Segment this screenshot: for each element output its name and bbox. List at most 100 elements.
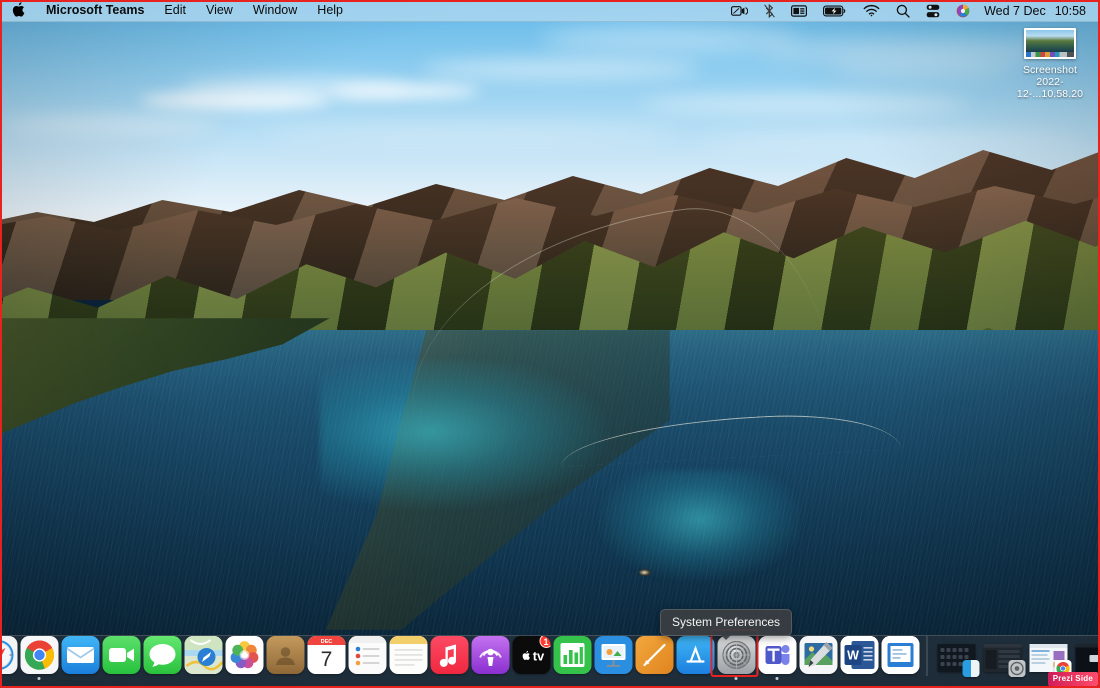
- photos-icon: [225, 636, 263, 674]
- dock-item-microsoft-teams[interactable]: [757, 634, 798, 680]
- menu-bar-time: 10:58: [1055, 4, 1086, 18]
- dock-item-reminders[interactable]: [347, 634, 388, 680]
- calendar-month-label: DEC: [320, 639, 331, 645]
- color-wheel-icon[interactable]: [948, 0, 978, 21]
- running-indicator: [78, 677, 82, 681]
- dock-item-photos[interactable]: [224, 634, 265, 680]
- menu-bar-left: Microsoft Teams Edit View Window Help: [0, 0, 353, 21]
- facetime-icon: [102, 636, 140, 674]
- system-preferences-icon: [1009, 660, 1026, 677]
- running-indicator: [242, 677, 246, 681]
- screen-recording-icon[interactable]: [723, 0, 756, 21]
- dock-item-maps[interactable]: [183, 634, 224, 680]
- running-indicator: [693, 677, 697, 681]
- desktop-screen: Microsoft Teams Edit View Window Help: [0, 0, 1100, 688]
- dock-item-contacts[interactable]: [265, 634, 306, 680]
- keynote-icon: [594, 636, 632, 674]
- dock-item-facetime[interactable]: [101, 634, 142, 680]
- word-icon: W: [840, 636, 878, 674]
- running-indicator: [734, 677, 738, 681]
- svg-text:W: W: [847, 648, 859, 662]
- running-indicator: [160, 677, 164, 681]
- screenshot-file-label: Screenshot 2022-12-...10.58.20: [1006, 64, 1094, 100]
- running-indicator: [857, 677, 861, 681]
- battery-charging-icon[interactable]: [815, 0, 855, 21]
- svg-text:tv: tv: [532, 648, 544, 663]
- dock-item-calendar[interactable]: DEC 7: [306, 634, 347, 680]
- apple-logo-icon: [12, 2, 25, 20]
- running-indicator: [447, 677, 451, 681]
- menu-item-window[interactable]: Window: [243, 0, 307, 21]
- dock-item-system-preferences[interactable]: [716, 634, 757, 680]
- control-center-icon[interactable]: [918, 0, 948, 21]
- safari-icon: [0, 636, 17, 674]
- bluetooth-off-icon[interactable]: [756, 0, 783, 21]
- dock-item-numbers[interactable]: [552, 634, 593, 680]
- music-icon: [430, 636, 468, 674]
- keyboard-input-icon[interactable]: [783, 0, 815, 21]
- screenshot-file[interactable]: Screenshot 2022-12-...10.58.20: [1006, 28, 1094, 100]
- dock-item-podcasts[interactable]: [470, 634, 511, 680]
- dock-separator: [927, 636, 928, 676]
- dock-item-safari[interactable]: [0, 634, 19, 680]
- running-indicator: [283, 677, 287, 681]
- dock-item-keynote[interactable]: [593, 634, 634, 680]
- calendar-icon: DEC 7: [307, 636, 345, 674]
- minimized-window-thumbnail: [1030, 644, 1068, 672]
- apple-menu[interactable]: [0, 0, 36, 21]
- reminders-icon: [348, 636, 386, 674]
- minimized-window-launchpad[interactable]: [934, 634, 980, 680]
- dock-item-powerpoint[interactable]: [880, 634, 921, 680]
- menu-bar-date: Wed 7 Dec: [984, 4, 1046, 18]
- screenshot-file-label-line2: 2022-12-...10.58.20: [1006, 76, 1094, 100]
- menu-item-view[interactable]: View: [196, 0, 243, 21]
- menu-bar: Microsoft Teams Edit View Window Help: [0, 0, 1100, 22]
- running-indicator: [37, 677, 41, 681]
- running-indicator: [488, 677, 492, 681]
- dock-item-google-chrome[interactable]: [19, 634, 60, 680]
- minimized-window-thumbnail: [984, 644, 1022, 672]
- dock-item-notes[interactable]: [388, 634, 429, 680]
- system-preferences-icon: [717, 636, 755, 674]
- messages-icon: [143, 636, 181, 674]
- powerpoint-icon: [881, 636, 919, 674]
- mail-icon: [61, 636, 99, 674]
- menu-bar-clock[interactable]: Wed 7 Dec 10:58: [978, 4, 1090, 18]
- running-indicator: [324, 677, 328, 681]
- chrome-icon: [20, 636, 58, 674]
- dock-item-music[interactable]: [429, 634, 470, 680]
- teams-icon: [758, 636, 796, 674]
- dock-item-app-store[interactable]: [675, 634, 716, 680]
- prezi-watermark: Prezi Side: [1048, 672, 1098, 686]
- screenshot-file-thumbnail: [1024, 28, 1076, 59]
- minimized-window-teams[interactable]: [980, 634, 1026, 680]
- running-indicator: [529, 677, 533, 681]
- numbers-icon: [553, 636, 591, 674]
- contacts-icon: [266, 636, 304, 674]
- wifi-icon[interactable]: [855, 0, 888, 21]
- running-indicator: [365, 677, 369, 681]
- dock-item-pages[interactable]: [634, 634, 675, 680]
- menu-item-help[interactable]: Help: [307, 0, 353, 21]
- menu-app-name[interactable]: Microsoft Teams: [36, 0, 154, 21]
- dock-tooltip: System Preferences: [660, 609, 792, 636]
- calendar-day-label: 7: [320, 648, 332, 671]
- running-indicator: [570, 677, 574, 681]
- dock-item-apple-tv[interactable]: tv 1: [511, 634, 552, 680]
- dock-item-messages[interactable]: [142, 634, 183, 680]
- search-icon[interactable]: [888, 0, 918, 21]
- maps-icon: [184, 636, 222, 674]
- menu-item-edit[interactable]: Edit: [154, 0, 196, 21]
- appletv-badge: 1: [539, 636, 550, 648]
- running-indicator: [652, 677, 656, 681]
- minimized-window-thumbnail: [938, 644, 976, 672]
- wallpaper-vignette: [0, 0, 1100, 688]
- running-indicator: [898, 677, 902, 681]
- minimized-window-thumbnail: [1076, 644, 1100, 672]
- desktop-wallpaper[interactable]: [0, 0, 1100, 688]
- dock-item-mail[interactable]: [60, 634, 101, 680]
- dock-item-preview[interactable]: [798, 634, 839, 680]
- dock-item-microsoft-word[interactable]: W: [839, 634, 880, 680]
- menu-bar-status-area: Wed 7 Dec 10:58: [723, 0, 1100, 21]
- podcasts-icon: [471, 636, 509, 674]
